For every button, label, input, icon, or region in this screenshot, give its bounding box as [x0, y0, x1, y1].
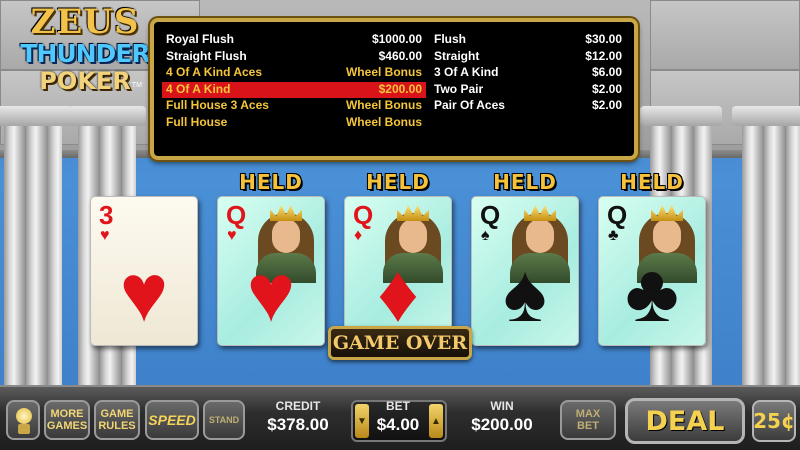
credit-label: CREDIT	[275, 399, 321, 413]
paytable-pay: $2.00	[591, 81, 622, 96]
paytable-pay: $460.00	[378, 48, 422, 63]
card-suit-small-icon: ♥	[227, 227, 237, 244]
game-screen: ZEUS THUNDER POKER TM Royal Flush $1000.0…	[0, 0, 800, 450]
card-rank: Q	[226, 200, 247, 230]
paytable-pay: $6.00	[591, 65, 622, 80]
paytable-right-column: Flush $30.00 Straight $12.00 3 Of A Kind $6.0…	[430, 32, 626, 115]
paytable-hand: Full House 3 Aces	[166, 98, 269, 113]
paytable-pay: Wheel Bonus	[345, 114, 422, 129]
paytable-hand: Straight	[434, 48, 480, 63]
paytable-row: Full House 3 Aces Wheel Bonus	[162, 98, 426, 115]
help-lamp-button[interactable]	[6, 400, 40, 440]
paytable-row: Pair Of Aces $2.00	[430, 98, 626, 115]
paytable-row: Royal Flush $1000.00	[162, 32, 426, 49]
card-rank: Q	[353, 200, 374, 230]
card-suit-large-icon: ♥	[246, 248, 296, 339]
game-rules-button[interactable]: GAME RULES	[94, 400, 140, 440]
bet-up-arrow-icon[interactable]: ▲	[429, 404, 443, 438]
stand-button[interactable]: STAND	[203, 400, 245, 440]
credit-display: CREDIT $378.00	[252, 398, 344, 440]
playing-card[interactable]: Q ♦ ♦	[344, 196, 452, 346]
credit-value: $378.00	[267, 415, 329, 434]
paytable-pay: $30.00	[585, 32, 622, 46]
bet-label: BET	[386, 399, 410, 413]
card-rank: 3	[99, 200, 114, 230]
paytable-row: Full House Wheel Bonus	[162, 115, 426, 132]
paytable-hand: 3 Of A Kind	[434, 65, 499, 80]
held-label: HELD	[620, 170, 684, 194]
playing-card[interactable]: Q ♥ ♥	[217, 196, 325, 346]
logo-word-thunder: THUNDER	[20, 39, 150, 68]
game-logo: ZEUS THUNDER POKER TM	[20, 4, 150, 94]
bet-down-arrow-icon[interactable]: ▼	[355, 404, 369, 438]
card-suit-small-icon: ♥	[100, 227, 110, 244]
card-suit-large-icon: ♣	[625, 248, 679, 339]
paytable-row: 4 Of A Kind Aces Wheel Bonus	[162, 65, 426, 82]
bet-text: BET $4.00	[368, 398, 428, 440]
paytable-hand: 4 Of A Kind Aces	[166, 65, 263, 80]
speed-button[interactable]: SPEED	[145, 400, 199, 440]
column-right-2	[732, 106, 800, 390]
paytable-hand: Full House	[166, 114, 228, 129]
card-rank: Q	[607, 200, 628, 230]
card-suit-small-icon: ♦	[354, 227, 363, 244]
paytable-hand: 4 Of A Kind	[166, 81, 231, 96]
card-suit-small-icon: ♣	[608, 227, 619, 244]
paytable-row: Straight Flush $460.00	[162, 49, 426, 66]
logo-word-poker: POKER	[39, 67, 131, 95]
playing-card[interactable]: Q ♣ ♣	[598, 196, 706, 346]
paytable-hand: Pair Of Aces	[434, 98, 505, 113]
logo-word-zeus: ZEUS	[30, 2, 140, 42]
card-suit-large-icon: ♥	[119, 248, 169, 339]
max-bet-button[interactable]: MAX BET	[560, 400, 616, 440]
held-label: HELD	[366, 170, 430, 194]
deal-button[interactable]: DEAL	[625, 398, 745, 444]
card-rank: Q	[480, 200, 501, 230]
paytable-hand: Straight Flush	[166, 48, 247, 63]
denomination-button[interactable]: 25¢	[752, 400, 796, 442]
trademark-mark: TM	[131, 82, 142, 89]
more-games-button[interactable]: MORE GAMES	[44, 400, 90, 440]
paytable-row: Two Pair $2.00	[430, 82, 626, 99]
paytable-row: 4 Of A Kind $200.00	[162, 81, 426, 99]
paytable-pay: $1000.00	[371, 32, 422, 46]
held-label: HELD	[239, 170, 303, 194]
paytable-row: Flush $30.00	[430, 32, 626, 49]
win-display: WIN $200.00	[456, 398, 548, 440]
paytable-pay: $200.00	[378, 81, 422, 96]
paytable-pay: $2.00	[591, 98, 622, 113]
paytable-pay: $12.00	[585, 48, 622, 63]
win-value: $200.00	[471, 415, 533, 434]
column-left-1	[0, 106, 72, 390]
card-suit-small-icon: ♠	[481, 227, 490, 244]
playing-card[interactable]: Q ♠ ♠	[471, 196, 579, 346]
paytable-pay: Wheel Bonus	[345, 98, 422, 113]
paytable-row: 3 Of A Kind $6.00	[430, 65, 626, 82]
lamp-icon	[16, 408, 32, 424]
paytable-pay: Wheel Bonus	[345, 65, 422, 80]
paytable-left-column: Royal Flush $1000.00 Straight Flush $460.00…	[162, 32, 426, 132]
held-label: HELD	[493, 170, 557, 194]
paytable-hand: Flush	[434, 32, 466, 46]
paytable-row: Straight $12.00	[430, 49, 626, 66]
card-suit-large-icon: ♠	[503, 248, 547, 339]
paytable: Royal Flush $1000.00 Straight Flush $460.00…	[150, 18, 638, 160]
paytable-hand: Royal Flush	[166, 32, 235, 46]
bet-value: $4.00	[376, 415, 420, 434]
game-over-banner: GAME OVER	[328, 326, 472, 360]
playing-card[interactable]: 3 ♥ ♥	[90, 196, 198, 346]
paytable-hand: Two Pair	[434, 81, 484, 96]
win-label: WIN	[490, 399, 514, 413]
